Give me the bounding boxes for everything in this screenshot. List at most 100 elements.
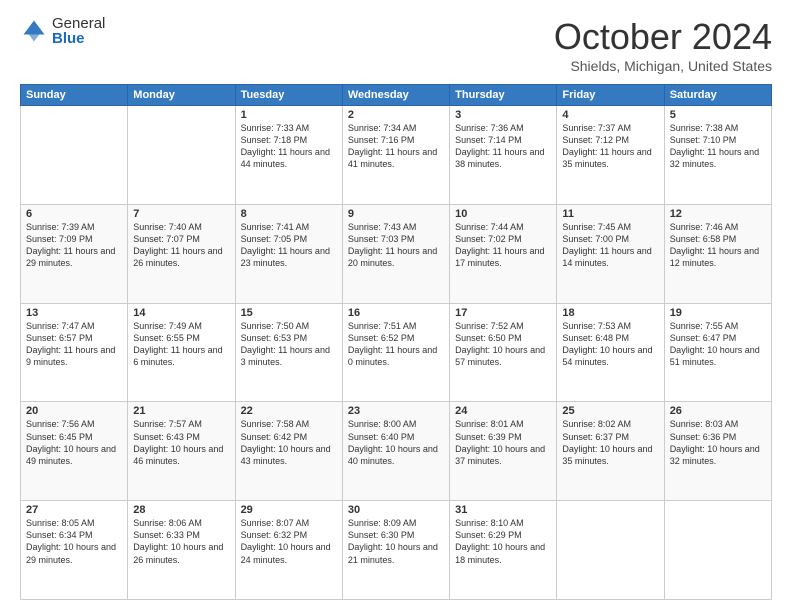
calendar-week-row: 6Sunrise: 7:39 AMSunset: 7:09 PMDaylight… xyxy=(21,204,772,303)
table-row: 29Sunrise: 8:07 AMSunset: 6:32 PMDayligh… xyxy=(235,501,342,600)
day-info: Sunrise: 7:50 AMSunset: 6:53 PMDaylight:… xyxy=(241,320,337,369)
table-row: 23Sunrise: 8:00 AMSunset: 6:40 PMDayligh… xyxy=(342,402,449,501)
day-number: 23 xyxy=(348,405,444,417)
day-info: Sunrise: 7:57 AMSunset: 6:43 PMDaylight:… xyxy=(133,418,229,467)
logo-icon xyxy=(20,17,48,45)
calendar-week-row: 20Sunrise: 7:56 AMSunset: 6:45 PMDayligh… xyxy=(21,402,772,501)
day-number: 25 xyxy=(562,405,658,417)
day-info: Sunrise: 8:05 AMSunset: 6:34 PMDaylight:… xyxy=(26,517,122,566)
calendar-page: General Blue October 2024 Shields, Michi… xyxy=(0,0,792,612)
day-info: Sunrise: 8:01 AMSunset: 6:39 PMDaylight:… xyxy=(455,418,551,467)
calendar-table: Sunday Monday Tuesday Wednesday Thursday… xyxy=(20,84,772,600)
table-row: 30Sunrise: 8:09 AMSunset: 6:30 PMDayligh… xyxy=(342,501,449,600)
table-row: 5Sunrise: 7:38 AMSunset: 7:10 PMDaylight… xyxy=(664,106,771,205)
day-info: Sunrise: 7:47 AMSunset: 6:57 PMDaylight:… xyxy=(26,320,122,369)
day-number: 2 xyxy=(348,109,444,121)
day-number: 9 xyxy=(348,208,444,220)
col-thursday: Thursday xyxy=(450,85,557,106)
day-info: Sunrise: 8:00 AMSunset: 6:40 PMDaylight:… xyxy=(348,418,444,467)
day-number: 15 xyxy=(241,307,337,319)
col-tuesday: Tuesday xyxy=(235,85,342,106)
day-info: Sunrise: 7:38 AMSunset: 7:10 PMDaylight:… xyxy=(670,122,766,171)
day-number: 18 xyxy=(562,307,658,319)
day-info: Sunrise: 7:39 AMSunset: 7:09 PMDaylight:… xyxy=(26,221,122,270)
day-number: 13 xyxy=(26,307,122,319)
day-number: 7 xyxy=(133,208,229,220)
day-info: Sunrise: 7:36 AMSunset: 7:14 PMDaylight:… xyxy=(455,122,551,171)
table-row: 15Sunrise: 7:50 AMSunset: 6:53 PMDayligh… xyxy=(235,303,342,402)
col-saturday: Saturday xyxy=(664,85,771,106)
table-row: 19Sunrise: 7:55 AMSunset: 6:47 PMDayligh… xyxy=(664,303,771,402)
table-row: 22Sunrise: 7:58 AMSunset: 6:42 PMDayligh… xyxy=(235,402,342,501)
day-info: Sunrise: 7:44 AMSunset: 7:02 PMDaylight:… xyxy=(455,221,551,270)
table-row xyxy=(21,106,128,205)
day-info: Sunrise: 8:07 AMSunset: 6:32 PMDaylight:… xyxy=(241,517,337,566)
day-number: 12 xyxy=(670,208,766,220)
table-row: 16Sunrise: 7:51 AMSunset: 6:52 PMDayligh… xyxy=(342,303,449,402)
day-number: 3 xyxy=(455,109,551,121)
table-row: 2Sunrise: 7:34 AMSunset: 7:16 PMDaylight… xyxy=(342,106,449,205)
table-row: 24Sunrise: 8:01 AMSunset: 6:39 PMDayligh… xyxy=(450,402,557,501)
day-info: Sunrise: 7:58 AMSunset: 6:42 PMDaylight:… xyxy=(241,418,337,467)
day-number: 19 xyxy=(670,307,766,319)
logo-blue: Blue xyxy=(52,31,105,46)
day-info: Sunrise: 7:52 AMSunset: 6:50 PMDaylight:… xyxy=(455,320,551,369)
day-number: 4 xyxy=(562,109,658,121)
table-row: 28Sunrise: 8:06 AMSunset: 6:33 PMDayligh… xyxy=(128,501,235,600)
table-row: 13Sunrise: 7:47 AMSunset: 6:57 PMDayligh… xyxy=(21,303,128,402)
day-info: Sunrise: 7:49 AMSunset: 6:55 PMDaylight:… xyxy=(133,320,229,369)
location: Shields, Michigan, United States xyxy=(554,58,772,74)
table-row: 12Sunrise: 7:46 AMSunset: 6:58 PMDayligh… xyxy=(664,204,771,303)
day-info: Sunrise: 7:53 AMSunset: 6:48 PMDaylight:… xyxy=(562,320,658,369)
day-number: 22 xyxy=(241,405,337,417)
month-title: October 2024 xyxy=(554,16,772,58)
day-number: 26 xyxy=(670,405,766,417)
table-row: 8Sunrise: 7:41 AMSunset: 7:05 PMDaylight… xyxy=(235,204,342,303)
day-number: 20 xyxy=(26,405,122,417)
logo-text: General Blue xyxy=(52,16,105,46)
day-number: 24 xyxy=(455,405,551,417)
day-info: Sunrise: 7:33 AMSunset: 7:18 PMDaylight:… xyxy=(241,122,337,171)
day-info: Sunrise: 8:02 AMSunset: 6:37 PMDaylight:… xyxy=(562,418,658,467)
day-number: 17 xyxy=(455,307,551,319)
title-block: October 2024 Shields, Michigan, United S… xyxy=(554,16,772,74)
calendar-week-row: 27Sunrise: 8:05 AMSunset: 6:34 PMDayligh… xyxy=(21,501,772,600)
table-row: 11Sunrise: 7:45 AMSunset: 7:00 PMDayligh… xyxy=(557,204,664,303)
header: General Blue October 2024 Shields, Michi… xyxy=(20,16,772,74)
logo-general: General xyxy=(52,16,105,31)
calendar-week-row: 13Sunrise: 7:47 AMSunset: 6:57 PMDayligh… xyxy=(21,303,772,402)
day-info: Sunrise: 8:03 AMSunset: 6:36 PMDaylight:… xyxy=(670,418,766,467)
day-info: Sunrise: 7:55 AMSunset: 6:47 PMDaylight:… xyxy=(670,320,766,369)
day-number: 31 xyxy=(455,504,551,516)
day-info: Sunrise: 7:41 AMSunset: 7:05 PMDaylight:… xyxy=(241,221,337,270)
table-row: 27Sunrise: 8:05 AMSunset: 6:34 PMDayligh… xyxy=(21,501,128,600)
day-number: 14 xyxy=(133,307,229,319)
table-row: 18Sunrise: 7:53 AMSunset: 6:48 PMDayligh… xyxy=(557,303,664,402)
day-number: 5 xyxy=(670,109,766,121)
table-row: 9Sunrise: 7:43 AMSunset: 7:03 PMDaylight… xyxy=(342,204,449,303)
logo: General Blue xyxy=(20,16,105,46)
day-info: Sunrise: 7:43 AMSunset: 7:03 PMDaylight:… xyxy=(348,221,444,270)
table-row: 21Sunrise: 7:57 AMSunset: 6:43 PMDayligh… xyxy=(128,402,235,501)
table-row: 6Sunrise: 7:39 AMSunset: 7:09 PMDaylight… xyxy=(21,204,128,303)
day-number: 11 xyxy=(562,208,658,220)
table-row: 31Sunrise: 8:10 AMSunset: 6:29 PMDayligh… xyxy=(450,501,557,600)
day-number: 28 xyxy=(133,504,229,516)
table-row: 4Sunrise: 7:37 AMSunset: 7:12 PMDaylight… xyxy=(557,106,664,205)
day-info: Sunrise: 7:56 AMSunset: 6:45 PMDaylight:… xyxy=(26,418,122,467)
table-row: 20Sunrise: 7:56 AMSunset: 6:45 PMDayligh… xyxy=(21,402,128,501)
day-number: 10 xyxy=(455,208,551,220)
table-row: 10Sunrise: 7:44 AMSunset: 7:02 PMDayligh… xyxy=(450,204,557,303)
table-row xyxy=(557,501,664,600)
table-row: 26Sunrise: 8:03 AMSunset: 6:36 PMDayligh… xyxy=(664,402,771,501)
calendar-week-row: 1Sunrise: 7:33 AMSunset: 7:18 PMDaylight… xyxy=(21,106,772,205)
day-info: Sunrise: 8:09 AMSunset: 6:30 PMDaylight:… xyxy=(348,517,444,566)
table-row: 25Sunrise: 8:02 AMSunset: 6:37 PMDayligh… xyxy=(557,402,664,501)
table-row xyxy=(664,501,771,600)
table-row: 17Sunrise: 7:52 AMSunset: 6:50 PMDayligh… xyxy=(450,303,557,402)
day-number: 30 xyxy=(348,504,444,516)
table-row: 1Sunrise: 7:33 AMSunset: 7:18 PMDaylight… xyxy=(235,106,342,205)
day-number: 27 xyxy=(26,504,122,516)
day-number: 8 xyxy=(241,208,337,220)
calendar-header-row: Sunday Monday Tuesday Wednesday Thursday… xyxy=(21,85,772,106)
